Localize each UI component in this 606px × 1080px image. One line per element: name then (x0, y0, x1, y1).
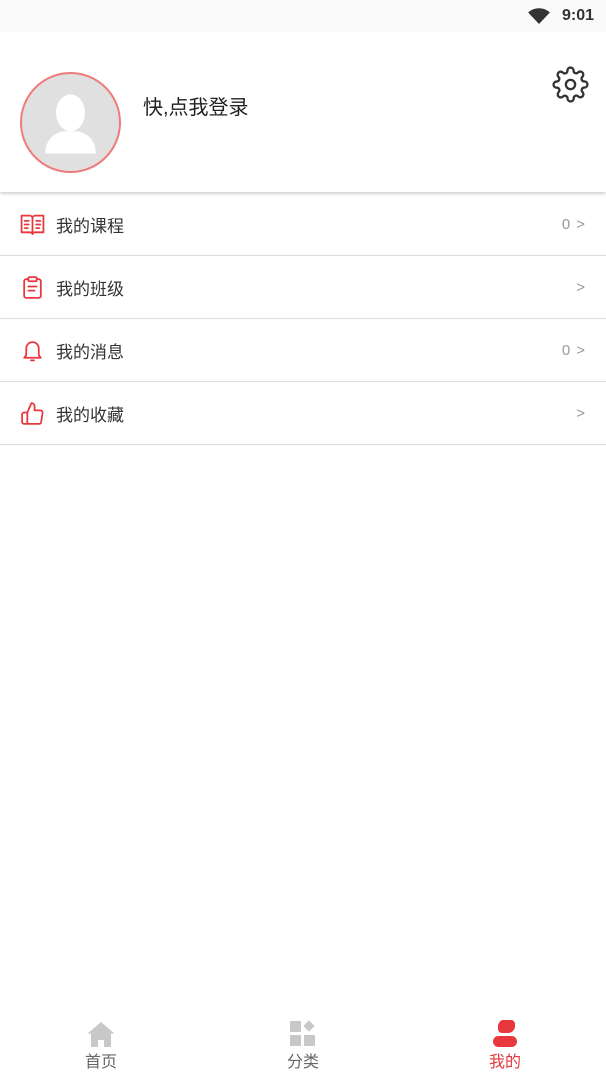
chevron-right-icon: > (576, 404, 585, 422)
wifi-icon (527, 8, 551, 25)
tab-home[interactable]: 首页 (0, 1010, 202, 1080)
default-avatar-icon (45, 94, 96, 154)
person-icon (490, 1019, 520, 1049)
avatar[interactable] (20, 72, 121, 173)
status-time: 9:01 (561, 7, 594, 24)
tab-label: 我的 (488, 1054, 521, 1071)
book-icon (20, 212, 45, 237)
thumbs-up-icon (20, 401, 45, 426)
menu-item-classes[interactable]: 我的班级 > (0, 256, 606, 319)
menu-item-favorites[interactable]: 我的收藏 > (0, 382, 606, 445)
clipboard-icon (20, 275, 45, 300)
menu-item-label: 我的收藏 (56, 405, 124, 425)
menu-item-meta: 0 > (562, 342, 585, 359)
settings-button[interactable] (552, 66, 589, 103)
menu-item-label: 我的课程 (56, 216, 124, 236)
chevron-right-icon: > (576, 278, 585, 296)
tab-mine[interactable]: 我的 (404, 1010, 606, 1080)
gear-icon (552, 66, 589, 103)
login-prompt[interactable]: 快,点我登录 (143, 96, 249, 120)
course-count: 0 (561, 215, 571, 233)
tab-label: 分类 (286, 1054, 319, 1071)
status-bar: 9:01 (0, 0, 606, 32)
bell-icon (20, 338, 45, 363)
menu-item-label: 我的消息 (56, 342, 124, 362)
message-count: 0 (561, 341, 571, 359)
tab-category[interactable]: 分类 (202, 1010, 404, 1080)
menu-item-messages[interactable]: 我的消息 0 > (0, 319, 606, 382)
chevron-right-icon: > (576, 215, 585, 233)
chevron-right-icon: > (576, 341, 585, 359)
menu-list: 我的课程 0 > 我的班级 > 我的消息 0 > 我的收藏 > (0, 193, 606, 445)
menu-item-meta: > (576, 405, 585, 422)
home-icon (86, 1019, 116, 1049)
profile-header: 快,点我登录 (0, 32, 606, 192)
menu-item-courses[interactable]: 我的课程 0 > (0, 193, 606, 256)
bottom-tab-bar: 首页 分类 我的 (0, 1010, 606, 1080)
menu-item-label: 我的班级 (56, 279, 124, 299)
tab-label: 首页 (84, 1054, 117, 1071)
grid-icon (288, 1019, 318, 1049)
menu-item-meta: > (576, 279, 585, 296)
menu-item-meta: 0 > (562, 216, 585, 233)
